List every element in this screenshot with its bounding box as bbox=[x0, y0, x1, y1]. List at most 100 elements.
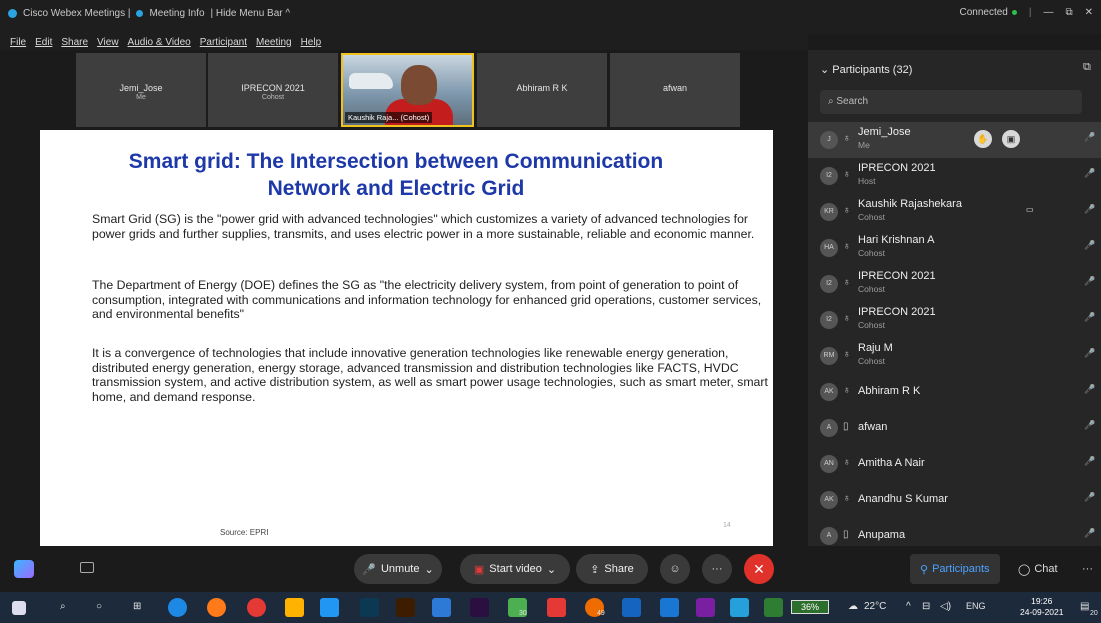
participant-row[interactable]: AN ♁ Amitha A Nair 🎤 bbox=[808, 446, 1101, 482]
meeting-info-link[interactable]: Meeting Info bbox=[149, 8, 204, 19]
reactions-button[interactable]: ☺ bbox=[660, 554, 690, 584]
webex-taskbar-icon[interactable] bbox=[730, 598, 749, 617]
video-tile[interactable]: IPRECON 2021 Cohost bbox=[208, 53, 338, 127]
search-input[interactable]: ⌕ Search bbox=[820, 90, 1082, 114]
video-tile[interactable]: afwan bbox=[610, 53, 740, 127]
menu-file[interactable]: File bbox=[10, 37, 26, 48]
participant-row[interactable]: KR ♁ Kaushik Rajashekara Cohost ▭ 🎤 bbox=[808, 194, 1101, 230]
participant-row[interactable]: A ▯ afwan 🎤 bbox=[808, 410, 1101, 446]
panel-title[interactable]: ⌄ Participants (32) bbox=[820, 63, 912, 76]
edge-icon[interactable] bbox=[168, 598, 187, 617]
raise-hand-icon[interactable]: ✋ bbox=[974, 130, 992, 148]
share-button[interactable]: ⇪ Share bbox=[576, 554, 648, 584]
participant-name: Amitha A Nair bbox=[858, 457, 925, 469]
tile-role: Cohost bbox=[261, 94, 285, 101]
participant-row[interactable]: I2 ♁ IPRECON 2021 Cohost 🎤 bbox=[808, 266, 1101, 302]
start-video-button[interactable]: ▣ Start video ⌄ bbox=[460, 554, 570, 584]
participant-name: Kaushik Rajashekara bbox=[858, 198, 962, 210]
search-icon[interactable]: ⌕ bbox=[60, 601, 66, 612]
app-icon[interactable] bbox=[660, 598, 679, 617]
headset-icon: ♁ bbox=[843, 493, 851, 504]
clock-date: 24-09-2021 bbox=[1020, 607, 1064, 617]
headset-icon: ♁ bbox=[843, 385, 851, 396]
slide-paragraph: The Department of Energy (DOE) defines t… bbox=[92, 278, 762, 321]
menu-participant[interactable]: Participant bbox=[200, 37, 247, 48]
participant-role: Cohost bbox=[858, 356, 885, 366]
participant-row[interactable]: I2 ♁ IPRECON 2021 Cohost 🎤 bbox=[808, 302, 1101, 338]
volume-icon[interactable]: ◁) bbox=[940, 601, 951, 612]
menu-edit[interactable]: Edit bbox=[35, 37, 52, 48]
menu-meeting[interactable]: Meeting bbox=[256, 37, 292, 48]
panel-more-button[interactable]: ··· bbox=[1072, 554, 1101, 584]
menu-help[interactable]: Help bbox=[301, 37, 322, 48]
participant-row[interactable]: RM ♁ Raju M Cohost 🎤 bbox=[808, 338, 1101, 374]
menu-share[interactable]: Share bbox=[61, 37, 88, 48]
leave-meeting-button[interactable]: ✕ bbox=[744, 554, 774, 584]
mail-icon[interactable] bbox=[320, 598, 339, 617]
participants-tab[interactable]: ⚲ Participants bbox=[910, 554, 1000, 584]
panel-header: ⌄ Participants (32) ⧉ bbox=[808, 58, 1101, 80]
menu-view[interactable]: View bbox=[97, 37, 119, 48]
headset-icon: ♁ bbox=[843, 133, 851, 144]
temperature: 22°C bbox=[864, 601, 887, 612]
search-placeholder: Search bbox=[836, 96, 869, 107]
video-tile[interactable]: Jemi_Jose Me bbox=[76, 53, 206, 127]
chat-tab-label: Chat bbox=[1034, 563, 1058, 575]
participant-row[interactable]: AK ♁ Abhiram R K 🎤 bbox=[808, 374, 1101, 410]
keyboard-icon[interactable] bbox=[80, 562, 94, 573]
webex-app-icon[interactable] bbox=[14, 560, 34, 578]
chrome-icon[interactable] bbox=[247, 598, 266, 617]
start-icon[interactable] bbox=[12, 601, 26, 615]
battery-indicator[interactable]: 36% bbox=[791, 600, 829, 614]
video-settings-icon[interactable]: ▣ bbox=[1002, 130, 1020, 148]
connection-status: Connected bbox=[959, 7, 1017, 18]
participant-row[interactable]: HA ♁ Hari Krishnan A Cohost 🎤 bbox=[808, 230, 1101, 266]
vscode-icon[interactable] bbox=[432, 598, 451, 617]
excel-icon[interactable] bbox=[764, 598, 783, 617]
xd-icon[interactable] bbox=[470, 598, 489, 617]
minimize-button[interactable]: — bbox=[1043, 7, 1053, 18]
mic-muted-icon: 🎤 bbox=[1084, 276, 1096, 286]
photoshop-icon[interactable] bbox=[360, 598, 379, 617]
notifications-icon[interactable]: ▤ bbox=[1080, 601, 1089, 612]
close-window-button[interactable]: ✕ bbox=[1085, 7, 1093, 18]
network-icon[interactable]: ⊟ bbox=[922, 601, 930, 612]
participant-row[interactable]: I2 ♁ IPRECON 2021 Host 🎤 bbox=[808, 158, 1101, 194]
unmute-button[interactable]: 🎤 Unmute ⌄ bbox=[354, 554, 442, 584]
restore-button[interactable]: ⧉ bbox=[1065, 7, 1072, 18]
clock[interactable]: 19:26 24-09-2021 bbox=[1020, 596, 1063, 618]
more-options-button[interactable]: ··· bbox=[702, 554, 732, 584]
language-indicator[interactable]: ENG bbox=[966, 601, 986, 611]
participant-name: Jemi_Jose bbox=[858, 126, 911, 138]
headset-icon: ♁ bbox=[843, 457, 851, 468]
headset-icon: ♁ bbox=[843, 241, 851, 252]
participant-name: IPRECON 2021 bbox=[858, 162, 936, 174]
mic-muted-icon: 🎤 bbox=[1084, 384, 1096, 394]
participant-row[interactable]: AK ♁ Anandhu S Kumar 🎤 bbox=[808, 482, 1101, 518]
chat-icon: ◯ bbox=[1018, 563, 1031, 576]
file-explorer-icon[interactable] bbox=[285, 598, 304, 617]
cortana-icon[interactable]: ○ bbox=[96, 601, 102, 612]
video-tile[interactable]: Abhiram R K bbox=[477, 53, 607, 127]
slide-page-number: 14 bbox=[723, 522, 731, 529]
firefox-icon[interactable] bbox=[207, 598, 226, 617]
weather-icon[interactable]: ☁ bbox=[848, 601, 858, 612]
illustrator-icon[interactable] bbox=[396, 598, 415, 617]
popout-icon[interactable]: ⧉ bbox=[1083, 61, 1091, 74]
active-speaker-tile[interactable]: Kaushik Raja... (Cohost) bbox=[341, 53, 474, 127]
office-icon[interactable] bbox=[547, 598, 566, 617]
participant-role: Me bbox=[858, 140, 870, 150]
mic-muted-icon: 🎤 bbox=[1084, 528, 1096, 538]
hide-menu-bar-link[interactable]: | Hide Menu Bar ^ bbox=[211, 8, 291, 19]
mic-muted-icon[interactable]: 🎤 bbox=[1084, 132, 1095, 143]
mic-muted-icon: 🎤 bbox=[1084, 312, 1096, 322]
avatar: AK bbox=[820, 491, 838, 509]
app-icon[interactable] bbox=[696, 598, 715, 617]
tray-chevron-icon[interactable]: ^ bbox=[906, 601, 911, 612]
participant-row[interactable]: J ♁ Jemi_Jose Me ✋ ▣ 🎤 bbox=[808, 122, 1101, 158]
menu-audio-video[interactable]: Audio & Video bbox=[128, 37, 191, 48]
word-icon[interactable] bbox=[622, 598, 641, 617]
chat-tab[interactable]: ◯ Chat bbox=[1008, 554, 1068, 584]
task-view-icon[interactable]: ⊞ bbox=[133, 601, 141, 612]
participant-name: Abhiram R K bbox=[858, 385, 921, 397]
